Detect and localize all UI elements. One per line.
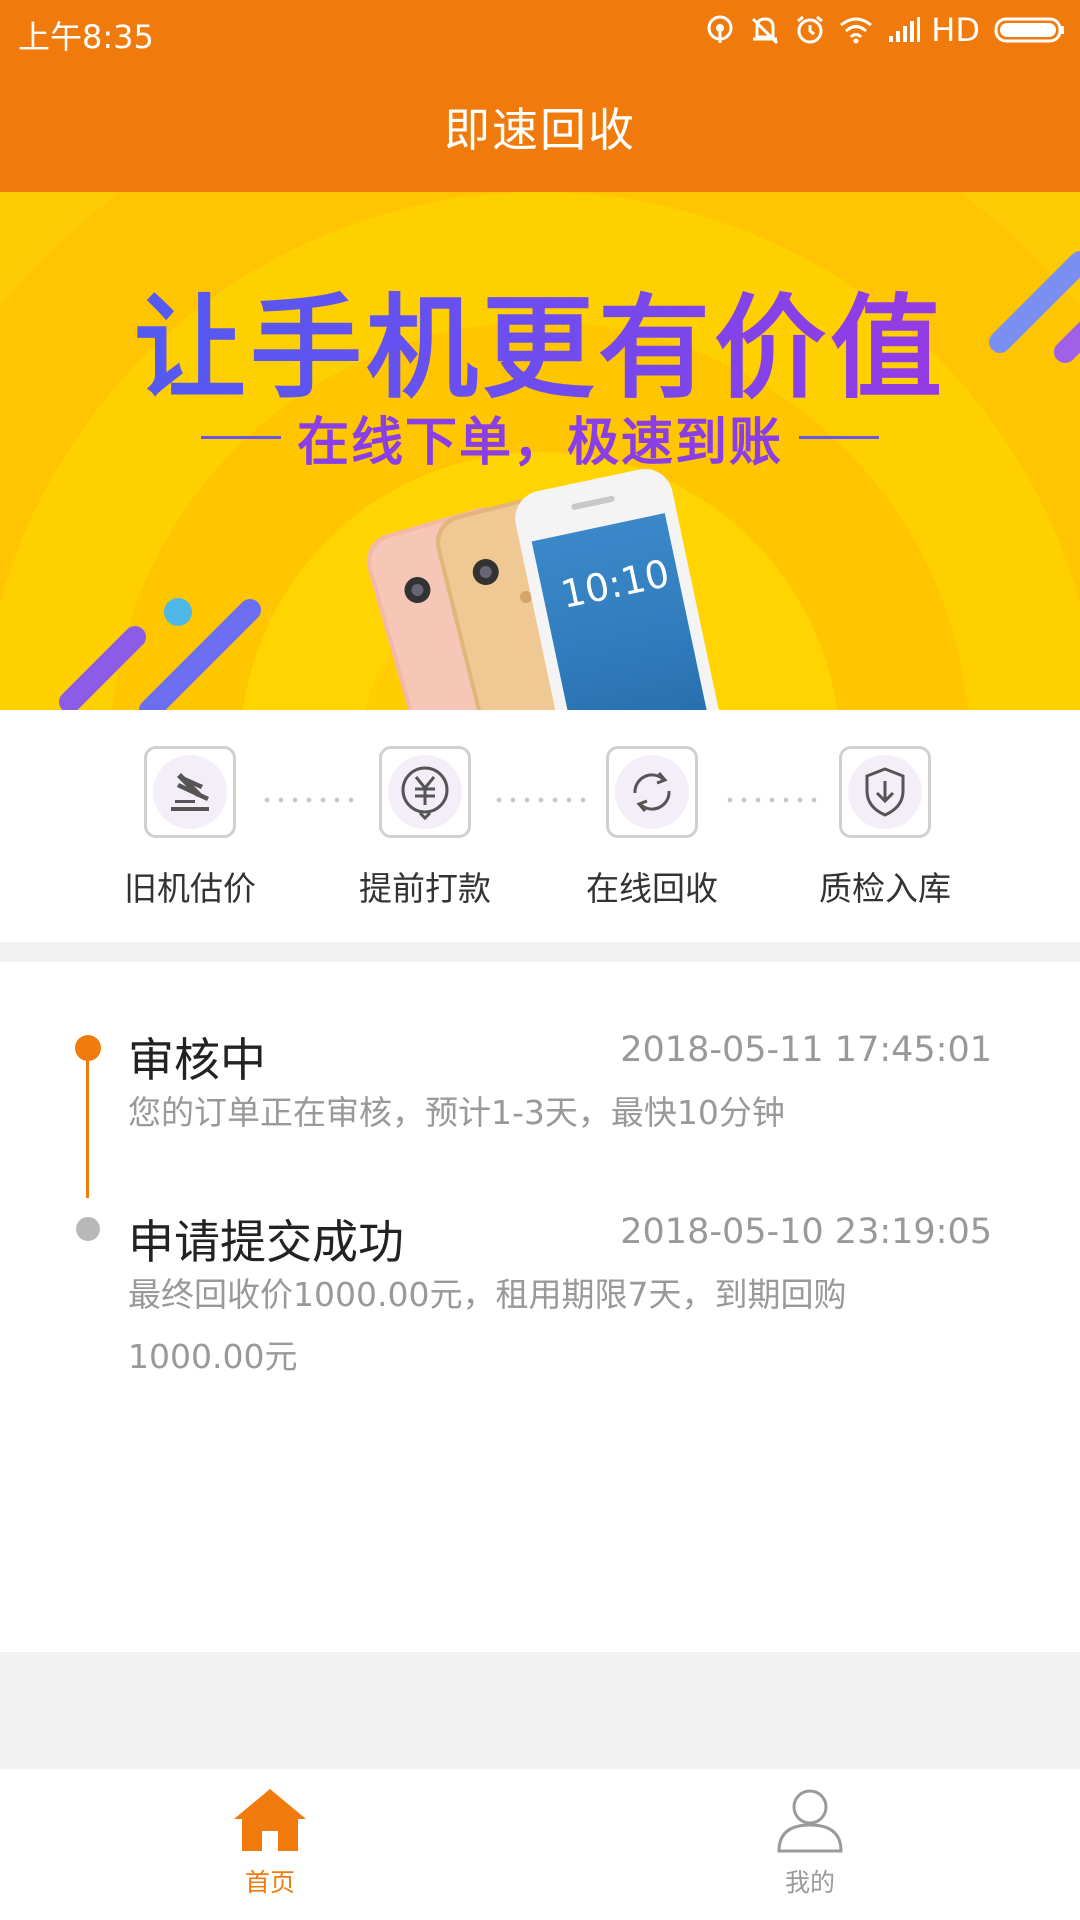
step-prepay[interactable]: 提前打款 — [335, 746, 515, 910]
timeline-description: 最终回收价1000.00元，租用期限7天，到期回购1000.00元 — [128, 1275, 847, 1376]
home-icon — [234, 1789, 306, 1851]
status-time: 上午8:35 — [18, 18, 154, 56]
tab-label: 首页 — [244, 1868, 295, 1897]
timeline-dot-active — [75, 1035, 101, 1061]
app-bar: 即速回收 — [0, 62, 1080, 192]
timeline-title: 申请提交成功 — [128, 1215, 404, 1269]
divider — [799, 436, 879, 439]
recycle-arrows-icon — [633, 772, 671, 812]
wifi-icon — [840, 17, 873, 44]
process-steps: 旧机估价 提前打款 在线回收 质检入库 — [0, 710, 1080, 942]
step-label: 旧机估价 — [124, 869, 256, 908]
battery-icon — [994, 17, 1064, 43]
step-appraise[interactable]: 旧机估价 — [100, 746, 280, 910]
signal-icon — [889, 17, 921, 42]
tab-home[interactable]: 首页 — [170, 1787, 370, 1899]
shield-download-icon — [865, 767, 905, 817]
tab-mine[interactable]: 我的 — [710, 1787, 910, 1899]
divider — [200, 436, 281, 439]
step-label: 提前打款 — [359, 869, 491, 908]
step-label: 在线回收 — [586, 869, 718, 908]
timeline-title: 审核中 — [128, 1033, 266, 1087]
banner-subheadline-text: 在线下单，极速到账 — [296, 413, 783, 473]
timeline-time: 2018-05-10 23:19:05 — [620, 1212, 992, 1252]
promo-banner[interactable]: 10:10 让手机更有价值 在线下单，极速到账 — [0, 192, 1080, 710]
timeline-time: 2018-05-11 17:45:01 — [620, 1030, 992, 1070]
step-label: 质检入库 — [819, 869, 951, 908]
status-icons: HD — [705, 10, 1066, 50]
banner-subheadline: 在线下单，极速到账 — [0, 400, 1080, 475]
user-icon — [777, 1789, 843, 1853]
timeline-dot-past — [76, 1217, 100, 1241]
hotspot-icon — [707, 15, 733, 43]
step-recycle[interactable]: 在线回收 — [562, 746, 742, 910]
order-timeline: 审核中 2018-05-11 17:45:01 您的订单正在审核，预计1-3天，… — [0, 962, 1080, 1652]
tab-label: 我的 — [784, 1868, 835, 1897]
alarm-icon — [797, 15, 824, 44]
step-inspection[interactable]: 质检入库 — [795, 746, 975, 910]
timeline-line — [86, 1048, 89, 1198]
app-title: 即速回收 — [444, 103, 636, 157]
timeline-description: 您的订单正在审核，预计1-3天，最快10分钟 — [128, 1093, 785, 1132]
mute-icon — [752, 17, 779, 45]
banner-headline: 让手机更有价值 — [0, 258, 1080, 420]
bottom-tab-bar: 首页 我的 — [0, 1769, 1080, 1920]
status-bar: 上午8:35 HD — [0, 0, 1080, 62]
network-type: HD — [931, 11, 980, 49]
gavel-icon — [171, 773, 209, 811]
yuan-coin-icon — [401, 766, 449, 821]
